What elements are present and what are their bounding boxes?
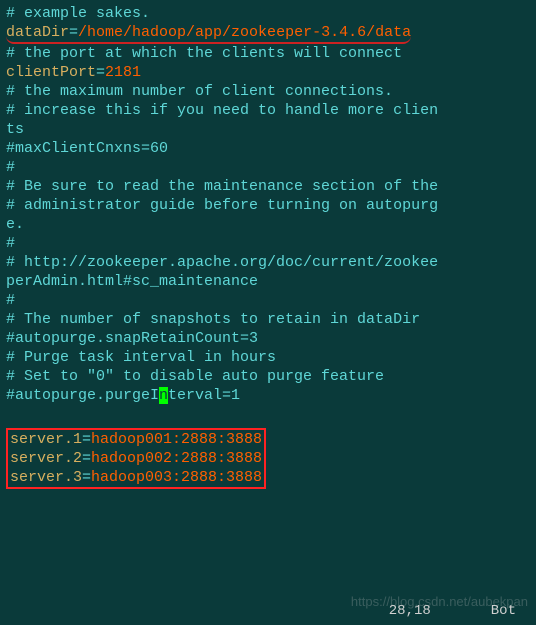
status-bar: 28,18 Bot: [0, 602, 536, 625]
code-line: # the port at which the clients will con…: [6, 44, 530, 63]
code-line: # example sakes.: [6, 4, 530, 23]
code-line: ts: [6, 120, 530, 139]
code-line: #autopurge.snapRetainCount=3: [6, 329, 530, 348]
code-line: # Purge task interval in hours: [6, 348, 530, 367]
terminal-editor[interactable]: # example sakes. dataDir=/home/hadoop/ap…: [6, 4, 530, 489]
code-line: server.1=hadoop001:2888:3888: [10, 430, 262, 449]
code-line: e.: [6, 215, 530, 234]
code-line: # The number of snapshots to retain in d…: [6, 310, 530, 329]
code-line: clientPort=2181: [6, 63, 530, 82]
code-line: # increase this if you need to handle mo…: [6, 101, 530, 120]
code-line: server.3=hadoop003:2888:3888: [10, 468, 262, 487]
code-line: perAdmin.html#sc_maintenance: [6, 272, 530, 291]
code-line: # administrator guide before turning on …: [6, 196, 530, 215]
code-line: # http://zookeeper.apache.org/doc/curren…: [6, 253, 530, 272]
code-line: #maxClientCnxns=60: [6, 139, 530, 158]
code-line: dataDir=/home/hadoop/app/zookeeper-3.4.6…: [6, 23, 530, 44]
code-line: # Set to "0" to disable auto purge featu…: [6, 367, 530, 386]
scroll-position: Bot: [491, 602, 516, 621]
blank-line: [6, 405, 530, 424]
cursor: n: [159, 387, 168, 404]
code-line: #: [6, 158, 530, 177]
code-line: # the maximum number of client connectio…: [6, 82, 530, 101]
code-line: #: [6, 291, 530, 310]
code-line: server.2=hadoop002:2888:3888: [10, 449, 262, 468]
code-line: # Be sure to read the maintenance sectio…: [6, 177, 530, 196]
code-line: #autopurge.purgeInterval=1: [6, 386, 530, 405]
cursor-position: 28,18: [389, 602, 431, 621]
highlight-box: server.1=hadoop001:2888:3888 server.2=ha…: [6, 428, 266, 489]
code-line: #: [6, 234, 530, 253]
